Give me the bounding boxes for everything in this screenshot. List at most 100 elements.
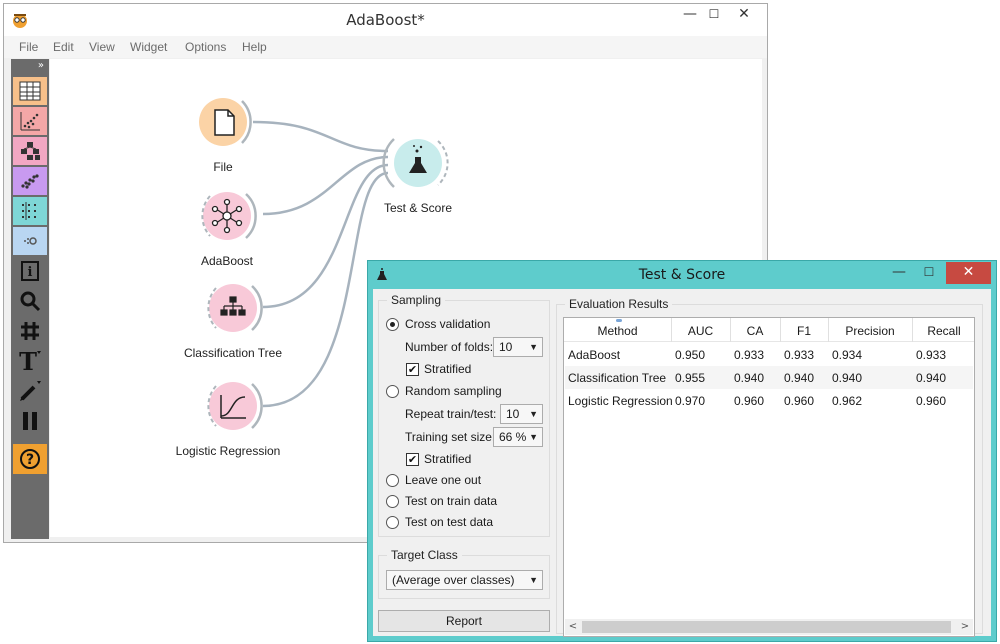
main-window-title: AdaBoost*	[346, 11, 425, 29]
scrollbar-thumb[interactable]	[582, 621, 951, 633]
scatter-plot-icon[interactable]	[13, 107, 47, 135]
training-size-combo[interactable]: 66 % ▼	[493, 427, 543, 447]
toolbox-collapse-button[interactable]: »	[11, 59, 49, 75]
sort-indicator-icon	[616, 319, 622, 322]
report-button[interactable]: Report	[378, 610, 550, 632]
random-sampling-label: Random sampling	[405, 384, 502, 398]
menu-help[interactable]: Help	[242, 40, 267, 54]
results-table[interactable]: Method AUC CA F1 Precision Recall AdaBoo…	[563, 317, 975, 637]
cell-method: Classification Tree	[568, 371, 667, 385]
ts-minimize-button[interactable]: —	[884, 262, 914, 284]
cell-f1: 0.933	[784, 348, 815, 362]
stratified-label: Stratified	[424, 362, 472, 376]
node-adaboost[interactable]	[201, 192, 257, 240]
link-adaboost-to-test	[262, 155, 389, 216]
chevron-down-icon: ▼	[529, 432, 538, 442]
repeat-label: Repeat train/test:	[405, 407, 497, 421]
cell-auc: 0.970	[675, 394, 706, 408]
chevron-down-icon: ▼	[529, 409, 538, 419]
column-header-ca[interactable]: CA	[730, 324, 780, 338]
pause-icon[interactable]	[13, 407, 47, 435]
test-score-title-bar: Test & Score — ☐ ✕	[368, 261, 996, 289]
sampling-group: Sampling Cross validation Number of fold…	[378, 293, 550, 537]
cell-method: Logistic Regression	[568, 394, 673, 408]
target-class-combo[interactable]: (Average over classes) ▼	[386, 570, 543, 590]
scroll-left-icon[interactable]: <	[565, 619, 581, 635]
scroll-right-icon[interactable]: >	[957, 619, 973, 635]
node-classification-tree-label: Classification Tree	[183, 346, 283, 360]
cell-recall: 0.960	[916, 394, 947, 408]
cell-ca: 0.933	[734, 348, 765, 362]
test-on-train-label: Test on train data	[405, 494, 498, 508]
node-classification-tree[interactable]	[207, 284, 263, 332]
test-on-test-label: Test on test data	[405, 515, 494, 529]
menu-view[interactable]: View	[89, 40, 115, 54]
cell-recall: 0.933	[916, 348, 947, 362]
pen-icon[interactable]	[13, 377, 47, 405]
repeat-value: 10	[506, 407, 520, 421]
column-header-f1[interactable]: F1	[780, 324, 828, 338]
help-icon[interactable]: ?	[13, 444, 47, 474]
folds-value: 10	[499, 340, 513, 354]
svg-text:?: ?	[26, 452, 34, 468]
repeat-combo[interactable]: 10 ▼	[500, 404, 543, 424]
cell-f1: 0.940	[784, 371, 815, 385]
node-file-label: File	[213, 160, 233, 174]
stratified-2-label: Stratified	[424, 452, 472, 466]
text-icon[interactable]: T	[13, 347, 47, 375]
stratified-2-checkbox[interactable]: ✔	[406, 453, 419, 466]
matrix-icon[interactable]	[13, 197, 47, 225]
folds-combo[interactable]: 10 ▼	[493, 337, 543, 357]
menu-file[interactable]: File	[19, 40, 38, 54]
column-header-recall[interactable]: Recall	[912, 324, 976, 338]
ts-close-button[interactable]: ✕	[946, 262, 991, 284]
ts-maximize-button[interactable]: ☐	[914, 262, 944, 284]
node-test-and-score[interactable]	[382, 138, 449, 188]
svg-text:i: i	[28, 265, 33, 280]
cross-validation-radio[interactable]	[386, 318, 399, 331]
maximize-button[interactable]: ☐	[699, 4, 729, 26]
column-header-auc[interactable]: AUC	[671, 324, 730, 338]
main-title-bar: AdaBoost* — ☐ ✕	[4, 4, 767, 36]
leave-one-out-label: Leave one out	[405, 473, 482, 487]
random-sampling-radio[interactable]	[386, 385, 399, 398]
node-logistic-regression[interactable]	[207, 382, 263, 430]
test-on-test-radio[interactable]	[386, 516, 399, 529]
test-score-window: Test & Score — ☐ ✕ Sampling Cross valida…	[367, 260, 997, 642]
test-score-body: Sampling Cross validation Number of fold…	[373, 289, 991, 637]
cell-f1: 0.960	[784, 394, 815, 408]
cell-auc: 0.955	[675, 371, 706, 385]
cell-auc: 0.950	[675, 348, 706, 362]
node-adaboost-label: AdaBoost	[200, 254, 254, 268]
node-file[interactable]	[199, 98, 252, 146]
svg-text:T: T	[19, 349, 37, 373]
table-row[interactable]: AdaBoost 0.950 0.933 0.933 0.934 0.933	[565, 343, 973, 366]
table-row[interactable]: Classification Tree 0.955 0.940 0.940 0.…	[565, 366, 973, 389]
cell-ca: 0.960	[734, 394, 765, 408]
test-on-train-radio[interactable]	[386, 495, 399, 508]
target-class-group: Target Class (Average over classes) ▼	[378, 548, 550, 599]
zoom-icon[interactable]	[13, 287, 47, 315]
table-row[interactable]: Logistic Regression 0.970 0.960 0.960 0.…	[565, 389, 973, 412]
menu-options[interactable]: Options	[185, 40, 226, 54]
horizontal-scrollbar[interactable]: < >	[565, 619, 973, 635]
data-table-icon[interactable]	[13, 77, 47, 105]
column-header-precision[interactable]: Precision	[828, 324, 912, 338]
menu-widget[interactable]: Widget	[130, 40, 167, 54]
close-button[interactable]: ✕	[729, 4, 759, 26]
hierarchy-icon[interactable]	[13, 137, 47, 165]
info-icon[interactable]: i	[13, 257, 47, 285]
menu-edit[interactable]: Edit	[53, 40, 74, 54]
gear-dots-icon[interactable]	[13, 227, 47, 255]
hash-icon[interactable]	[13, 317, 47, 345]
stratified-checkbox[interactable]: ✔	[406, 363, 419, 376]
node-logistic-regression-label: Logistic Regression	[175, 444, 281, 458]
target-class-value: (Average over classes)	[392, 573, 515, 587]
column-header-method[interactable]: Method	[564, 324, 671, 338]
scatter-dots-icon[interactable]	[13, 167, 47, 195]
leave-one-out-radio[interactable]	[386, 474, 399, 487]
chevron-down-icon: ▼	[529, 575, 538, 585]
cell-precision: 0.934	[832, 348, 863, 362]
widget-toolbox: » i T ?	[11, 59, 49, 539]
cell-precision: 0.940	[832, 371, 863, 385]
